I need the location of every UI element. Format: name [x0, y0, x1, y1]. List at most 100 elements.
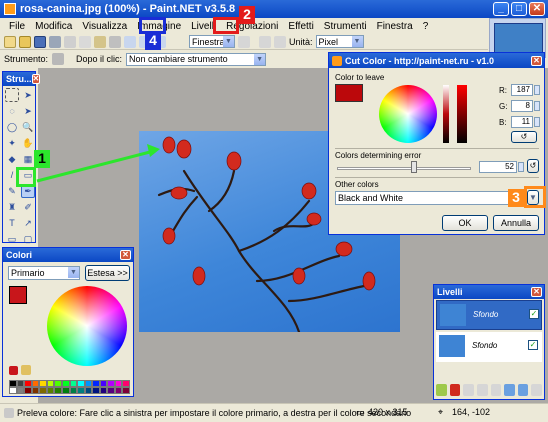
paste-icon[interactable]	[94, 35, 106, 48]
new-icon[interactable]	[4, 35, 16, 48]
delete-layer-icon[interactable]	[449, 384, 461, 396]
error-value-input[interactable]: 52	[479, 161, 517, 173]
palette-swatch[interactable]	[24, 387, 32, 394]
cut-icon[interactable]	[64, 35, 76, 48]
palette-swatch[interactable]	[16, 387, 25, 394]
save-icon[interactable]	[34, 35, 46, 48]
move-layer-down-icon[interactable]	[517, 384, 529, 396]
palette-swatch[interactable]	[9, 387, 17, 394]
palette-swatch[interactable]	[54, 387, 62, 394]
palette-swatch[interactable]	[24, 380, 32, 387]
close-icon[interactable]: ✕	[531, 287, 542, 297]
close-button[interactable]: ✕	[529, 2, 545, 16]
paint-bucket-tool-icon[interactable]: ◆	[5, 152, 19, 166]
minimize-button[interactable]: _	[493, 2, 509, 16]
text-tool-icon[interactable]: T	[5, 216, 19, 230]
layer-row[interactable]: Sfondo ✓	[436, 332, 542, 362]
menu-help[interactable]: ?	[418, 21, 434, 32]
gradient-tool-icon[interactable]: ▦	[21, 152, 35, 166]
palette-swatch[interactable]	[61, 380, 70, 387]
crop-icon[interactable]	[109, 35, 121, 48]
palette-swatch[interactable]	[31, 387, 40, 394]
palette-swatch[interactable]	[9, 380, 17, 387]
add-layer-icon[interactable]	[436, 384, 447, 396]
palette-swatch[interactable]	[77, 380, 85, 387]
r-value-input[interactable]: 187	[511, 84, 533, 96]
layer-visible-checkbox[interactable]: ✓	[528, 340, 538, 350]
zoom-tool-icon[interactable]: 🔍	[21, 120, 35, 134]
palette-swatch[interactable]	[39, 380, 47, 387]
palette-swatch[interactable]	[46, 380, 55, 387]
brightness-slider[interactable]	[457, 85, 467, 143]
palette-menu-icon[interactable]	[21, 365, 31, 375]
color-to-leave-swatch[interactable]	[335, 84, 363, 102]
b-spinner[interactable]	[534, 117, 540, 127]
layer-properties-icon[interactable]	[490, 384, 502, 396]
menu-modifica[interactable]: Modifica	[30, 21, 77, 32]
palette-swatch[interactable]	[31, 380, 40, 387]
g-spinner[interactable]	[534, 101, 540, 111]
value-slider[interactable]	[443, 85, 449, 143]
r-spinner[interactable]	[534, 85, 540, 95]
palette-swatch[interactable]	[69, 387, 78, 394]
merge-layer-icon[interactable]	[476, 384, 488, 396]
palette-swatch[interactable]	[107, 380, 115, 387]
cut-color-wheel[interactable]	[379, 85, 437, 143]
palette-swatch[interactable]	[122, 387, 130, 394]
pan-tool-icon[interactable]: ✋	[21, 136, 35, 150]
palette-swatch[interactable]	[92, 387, 100, 394]
palette-swatch[interactable]	[107, 387, 115, 394]
palette-swatch[interactable]	[16, 380, 25, 387]
menu-file[interactable]: File	[4, 21, 30, 32]
rect-select-tool-icon[interactable]	[5, 88, 19, 102]
ruler-icon[interactable]	[274, 35, 286, 48]
palette-swatch[interactable]	[39, 387, 47, 394]
primary-secondary-select[interactable]: Primario ▼	[8, 266, 80, 280]
palette-swatch[interactable]	[46, 387, 55, 394]
close-icon[interactable]: ✕	[120, 250, 131, 260]
error-spinner[interactable]	[518, 162, 524, 172]
menu-visualizza[interactable]: Visualizza	[77, 21, 132, 32]
other-colors-select[interactable]: Black and White	[335, 191, 521, 205]
window-mode-select[interactable]: Finestra ▼	[189, 35, 235, 48]
palette-swatch[interactable]	[77, 387, 85, 394]
error-slider-thumb[interactable]	[411, 161, 417, 173]
grid-icon[interactable]	[259, 35, 271, 48]
zoom-icon[interactable]	[238, 35, 250, 48]
palette-swatch[interactable]	[122, 380, 130, 387]
primary-color-swatch[interactable]	[9, 286, 27, 304]
palette-swatch[interactable]	[114, 387, 123, 394]
ellipse-select-tool-icon[interactable]: ◯	[5, 120, 19, 134]
line-tool-icon[interactable]: ↗	[21, 216, 35, 230]
print-icon[interactable]	[49, 35, 61, 48]
color-picker-tool-icon[interactable]	[52, 53, 65, 65]
palette-swatch[interactable]	[114, 380, 123, 387]
layer-tools-icon[interactable]	[531, 384, 542, 396]
palette-swatch[interactable]	[61, 387, 70, 394]
close-icon[interactable]: ✕	[31, 74, 41, 84]
maximize-button[interactable]: □	[511, 2, 527, 16]
after-click-select[interactable]: Non cambiare strumento ▼	[126, 52, 267, 66]
more-colors-button[interactable]: Estesa >>	[85, 265, 130, 281]
g-value-input[interactable]: 8	[511, 100, 533, 112]
menu-effetti[interactable]: Effetti	[283, 21, 318, 32]
palette-swatch[interactable]	[99, 380, 108, 387]
layer-visible-checkbox[interactable]: ✓	[529, 309, 539, 319]
palette-swatch[interactable]	[92, 380, 100, 387]
duplicate-layer-icon[interactable]	[463, 384, 474, 396]
magic-wand-tool-icon[interactable]: ✦	[5, 136, 19, 150]
rounded-rect-tool-icon[interactable]: ▢	[21, 232, 35, 246]
color-wheel[interactable]	[47, 286, 127, 366]
units-select[interactable]: Pixel ▼	[315, 35, 364, 48]
add-color-icon[interactable]	[9, 366, 18, 375]
move-tool-icon[interactable]: ➤	[21, 88, 35, 102]
b-value-input[interactable]: 11	[511, 116, 533, 128]
palette-swatch[interactable]	[84, 387, 93, 394]
palette-swatch[interactable]	[99, 387, 108, 394]
palette-swatch[interactable]	[69, 380, 78, 387]
open-icon[interactable]	[19, 35, 31, 48]
layer-row[interactable]: Sfondo ✓	[436, 300, 542, 330]
error-reset-button[interactable]: ↺	[527, 159, 539, 173]
ok-button[interactable]: OK	[442, 215, 488, 231]
lasso-tool-icon[interactable]: ◌	[5, 104, 19, 118]
